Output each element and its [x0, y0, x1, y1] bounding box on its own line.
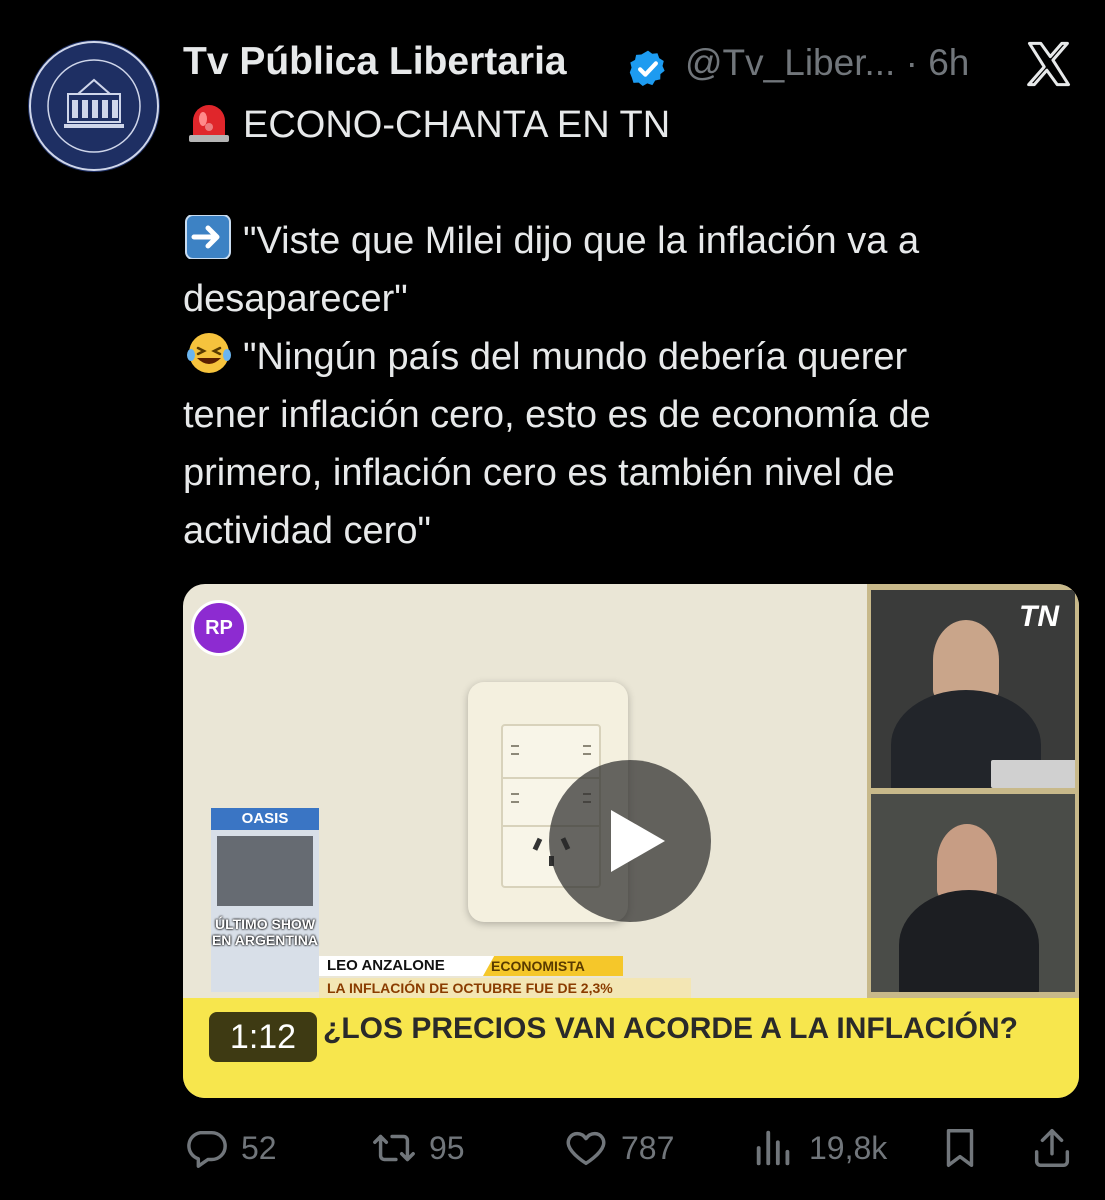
reply-count: 52: [241, 1129, 277, 1166]
arrow-right-icon: [185, 215, 231, 259]
laughing-emoji-icon: [187, 333, 231, 373]
siren-icon: [189, 105, 229, 142]
bookmark-button[interactable]: [937, 1120, 983, 1176]
tweet-line-5: tener inflación cero, esto es de economí…: [183, 394, 931, 436]
author-avatar[interactable]: [28, 40, 160, 172]
like-button[interactable]: 787: [563, 1120, 674, 1176]
views-count: 19,8k: [809, 1129, 888, 1166]
tweet-line-7: actividad cero": [183, 510, 431, 552]
repost-count: 95: [429, 1129, 465, 1166]
bookmark-icon: [946, 1129, 974, 1167]
share-icon: [1034, 1129, 1070, 1167]
laptop: [991, 760, 1075, 788]
guest-head: [937, 824, 997, 900]
views-icon: [756, 1130, 790, 1166]
host-camera: TN: [871, 590, 1075, 788]
tweet-text: ECONO-CHANTA EN TN "Viste que Milei dijo…: [183, 96, 1083, 560]
tweet-line-2: "Viste que Milei dijo que la inflación v…: [183, 212, 1083, 270]
x-logo-icon[interactable]: [1023, 38, 1075, 90]
author-handle-time[interactable]: @Tv_Liber... · 6h: [685, 42, 969, 84]
like-icon: [566, 1131, 606, 1166]
oasis-label: OASIS: [241, 810, 289, 827]
share-button[interactable]: [1029, 1120, 1075, 1176]
like-count: 787: [621, 1129, 675, 1166]
tweet-line-4: "Ningún país del mundo debería querer: [183, 328, 1083, 386]
verified-badge-icon: [629, 50, 665, 86]
guest-body: [899, 890, 1039, 992]
guest-camera: [871, 794, 1075, 992]
repost-button[interactable]: 95: [371, 1120, 465, 1176]
tweet-line-1: ECONO-CHANTA EN TN: [183, 96, 1083, 154]
video-duration: 1:12: [209, 1012, 317, 1062]
tweet-line-6: primero, inflación cero es también nivel…: [183, 452, 895, 494]
channel-badge: RP: [191, 600, 247, 656]
video-player[interactable]: RP TN OASIS ÚLTIMO SHOW EN ARGENTINA LEO…: [183, 584, 1079, 1098]
play-icon: [611, 810, 665, 872]
views-button[interactable]: 19,8k: [751, 1120, 887, 1176]
host-head: [933, 620, 999, 700]
play-button[interactable]: [549, 760, 711, 922]
author-name[interactable]: Tv Pública Libertaria: [183, 40, 567, 84]
lower-third-role: ECONOMISTA: [483, 956, 623, 976]
reply-button[interactable]: 52: [183, 1120, 277, 1176]
lower-third-subtitle: LA INFLACIÓN DE OCTUBRE FUE DE 2,3%: [319, 978, 691, 998]
tweet-actions: 52 95 787 19,8k: [183, 1120, 1083, 1176]
tweet-line-3: desaparecer": [183, 278, 408, 320]
presidential-seal-icon: [29, 41, 159, 171]
oasis-photo: [217, 836, 313, 906]
repost-icon: [373, 1134, 415, 1162]
reply-icon: [187, 1130, 227, 1168]
headline-text: ¿LOS PRECIOS VAN ACORDE A LA INFLACIÓN?: [323, 1012, 1018, 1045]
split-screen-panels: TN: [867, 584, 1079, 1004]
oasis-text: ÚLTIMO SHOW EN ARGENTINA: [211, 916, 319, 948]
tweet-header: Tv Pública Libertaria @Tv_Liber... · 6h: [183, 38, 1083, 88]
tn-logo: TN: [1019, 600, 1059, 633]
